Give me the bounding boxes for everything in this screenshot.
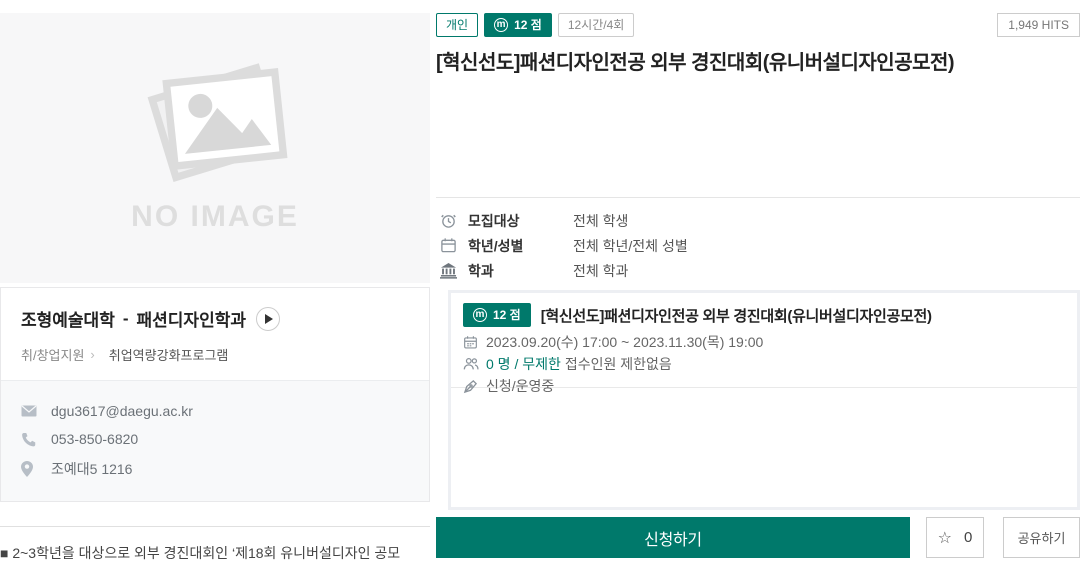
- meta-value: 전체 학생: [573, 212, 629, 229]
- meta-row-grade-gender: 학년/성별 전체 학년/전체 성별: [436, 233, 1080, 258]
- college-department-separator: -: [122, 308, 129, 328]
- people-icon: [463, 357, 480, 371]
- category-link[interactable]: 취/창업지원: [21, 345, 84, 364]
- session-status: 신청/운영중: [486, 378, 555, 394]
- meta-value: 전체 학과: [573, 262, 629, 279]
- department-row: 조형예술대학 - 패션디자인학과: [21, 306, 409, 331]
- envelope-icon: [21, 405, 39, 417]
- contact-location-row: 조예대5 1216: [21, 453, 409, 485]
- badge-row: 개인 m 12 점 12시간/4회 1,949 HITS: [436, 13, 1080, 37]
- bank-icon: [440, 262, 458, 279]
- program-detail-page: NO IMAGE 조형예술대학 - 패션디자인학과 취/창업지원 › 취업역량강…: [0, 0, 1092, 566]
- no-image-label: NO IMAGE: [131, 200, 299, 233]
- meta-value: 전체 학년/전체 성별: [573, 237, 688, 254]
- contact-panel: dgu3617@daegu.ac.kr 053-850-6820 조예대5 12…: [1, 380, 429, 501]
- calendar-icon: [463, 335, 480, 350]
- organization-header: 조형예술대학 - 패션디자인학과 취/창업지원 › 취업역량강화프로그램: [1, 288, 429, 380]
- badge-individual: 개인: [436, 13, 479, 37]
- description-divider: [0, 526, 430, 527]
- meta-label: 학과: [468, 262, 494, 279]
- contact-phone-row: 053-850-6820: [21, 425, 409, 453]
- hits-badge: 1,949 HITS: [997, 13, 1080, 37]
- m-circle-icon: m: [494, 18, 509, 32]
- right-column: 개인 m 12 점 12시간/4회 1,949 HITS [혁신선도]패션디자인…: [436, 13, 1080, 566]
- session-points-badge: m 12 점: [463, 303, 531, 327]
- favorite-button[interactable]: ☆ 0: [926, 517, 984, 558]
- favorite-count: 0: [964, 529, 973, 546]
- left-column: NO IMAGE 조형예술대학 - 패션디자인학과 취/창업지원 › 취업역량강…: [0, 13, 430, 566]
- session-points-label: 12 점: [493, 308, 521, 322]
- meta-row-department: 학과 전체 학과: [436, 258, 1080, 283]
- session-period-row: 2023.09.20(수) 17:00 ~ 2023.11.30(목) 19:0…: [463, 331, 1065, 353]
- page-title: [혁신선도]패션디자인전공 외부 경진대회(유니버설디자인공모전): [436, 52, 955, 74]
- share-button[interactable]: 공유하기: [1003, 517, 1080, 558]
- session-header: m 12 점 [혁신선도]패션디자인전공 외부 경진대회(유니버설디자인공모전): [463, 301, 1065, 331]
- m-circle-icon: m: [473, 308, 487, 322]
- badge-hours: 12시간/4회: [557, 13, 635, 37]
- play-icon: [265, 313, 273, 324]
- map-pin-icon: [21, 461, 39, 477]
- contact-email-row: dgu3617@daegu.ac.kr: [21, 397, 409, 425]
- apply-button[interactable]: 신청하기: [436, 517, 910, 558]
- session-period: 2023.09.20(수) 17:00 ~ 2023.11.30(목) 19:0…: [486, 334, 764, 350]
- expand-play-button[interactable]: [256, 306, 280, 331]
- program-description: ■ 2~3학년을 대상으로 외부 경진대회인 ‘제18회 유니버설디자인 공모전…: [0, 545, 401, 561]
- organization-card: 조형예술대학 - 패션디자인학과 취/창업지원 › 취업역량강화프로그램 dgu…: [0, 287, 430, 502]
- program-type-label: 취업역량강화프로그램: [108, 348, 229, 363]
- session-status-row: 신청/운영중: [463, 375, 1065, 397]
- department-name: 패션디자인학과: [136, 311, 246, 330]
- points-label: 12 점: [514, 18, 542, 32]
- category-row: 취/창업지원 › 취업역량강화프로그램: [21, 345, 409, 364]
- alarm-clock-icon: [440, 212, 458, 229]
- session-title: [혁신선도]패션디자인전공 외부 경진대회(유니버설디자인공모전): [540, 307, 932, 325]
- meta-label: 학년/성별: [468, 237, 524, 254]
- session-capacity-row: 0 명 / 무제한 접수인원 제한없음: [463, 353, 1065, 375]
- action-row: 신청하기 ☆ 0 공유하기: [436, 517, 1080, 558]
- location-value: 조예대5 1216: [51, 461, 133, 477]
- meta-row-target: 모집대상 전체 학생: [436, 208, 1080, 233]
- meta-section: 모집대상 전체 학생 학년/성별 전체 학년/전체 성별 학과 전체 학과: [436, 197, 1080, 283]
- no-image-placeholder: NO IMAGE: [0, 13, 430, 283]
- session-box: m 12 점 [혁신선도]패션디자인전공 외부 경진대회(유니버설디자인공모전)…: [448, 290, 1080, 510]
- star-icon: ☆: [937, 529, 952, 547]
- phone-icon: [21, 432, 39, 447]
- session-capacity-count: 0 명 / 무제한: [486, 356, 561, 372]
- calendar-icon: [440, 237, 458, 254]
- badge-points: m 12 점: [484, 13, 552, 37]
- email-value: dgu3617@daegu.ac.kr: [51, 403, 193, 419]
- pen-icon: [463, 379, 480, 394]
- phone-value: 053-850-6820: [51, 431, 139, 447]
- photo-frames-icon: [147, 63, 288, 182]
- chevron-right-icon: ›: [90, 347, 95, 362]
- session-item: m 12 점 [혁신선도]패션디자인전공 외부 경진대회(유니버설디자인공모전)…: [451, 293, 1077, 394]
- meta-label: 모집대상: [468, 212, 520, 229]
- session-capacity-note: 접수인원 제한없음: [564, 356, 672, 372]
- college-name: 조형예술대학: [21, 311, 115, 330]
